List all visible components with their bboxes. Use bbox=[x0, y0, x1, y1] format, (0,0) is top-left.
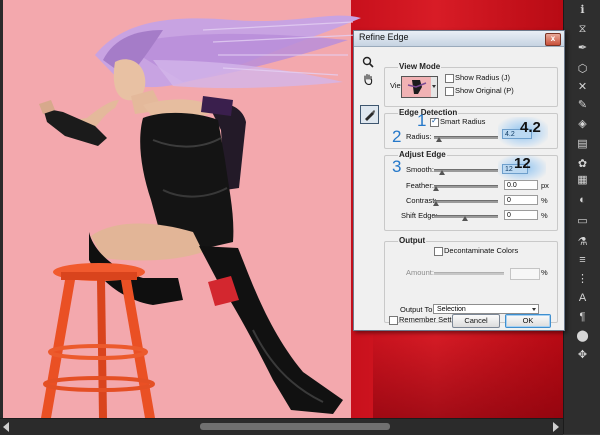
amount-slider bbox=[434, 272, 504, 275]
smooth-label: Smooth: bbox=[406, 165, 434, 174]
feather-label: Feather: bbox=[406, 181, 434, 190]
decontaminate-label: Decontaminate Colors bbox=[444, 246, 519, 255]
horizontal-scrollbar[interactable] bbox=[0, 418, 563, 435]
refine-radius-brush-icon[interactable] bbox=[360, 105, 379, 124]
shift-edge-input[interactable]: 0 bbox=[504, 210, 538, 220]
channels-icon[interactable]: ▤ bbox=[574, 137, 591, 152]
contrast-slider-thumb[interactable] bbox=[433, 201, 439, 206]
amount-label: Amount: bbox=[406, 268, 434, 277]
scroll-left-arrow-icon[interactable] bbox=[3, 422, 9, 432]
output-title: Output bbox=[398, 236, 427, 245]
show-radius-label: Show Radius (J) bbox=[455, 73, 511, 82]
info-icon[interactable]: ℹ bbox=[574, 3, 591, 18]
show-radius-checkbox[interactable] bbox=[445, 74, 454, 83]
feather-slider-thumb[interactable] bbox=[433, 186, 439, 191]
radius-callout-value: 4.2 bbox=[520, 119, 541, 136]
feather-unit: px bbox=[541, 181, 549, 190]
color-icon[interactable]: ✿ bbox=[574, 157, 591, 172]
output-to-label: Output To: bbox=[400, 305, 435, 314]
ok-button[interactable]: OK bbox=[505, 314, 551, 328]
remember-settings-checkbox[interactable] bbox=[389, 316, 398, 325]
amount-input bbox=[510, 268, 540, 280]
character-icon[interactable]: A bbox=[574, 291, 591, 306]
smart-radius-label: Smart Radius bbox=[440, 117, 486, 126]
edge-detection-title: Edge Detection bbox=[398, 108, 459, 117]
radius-slider-thumb[interactable] bbox=[436, 137, 443, 142]
feather-input[interactable]: 0.0 bbox=[504, 180, 538, 190]
scroll-thumb[interactable] bbox=[200, 423, 390, 430]
paths-icon[interactable]: ⚗ bbox=[574, 235, 591, 250]
brush-preset-icon[interactable]: ⋮ bbox=[574, 272, 591, 287]
timeline-icon[interactable]: ≡ bbox=[574, 253, 591, 268]
contrast-unit: % bbox=[541, 196, 548, 205]
show-original-label: Show Original (P) bbox=[455, 86, 514, 95]
output-to-value: Selection bbox=[437, 306, 466, 313]
shift-edge-slider-thumb[interactable] bbox=[462, 216, 468, 221]
step-2-callout: 2 bbox=[392, 127, 402, 146]
step-3-callout: 3 bbox=[392, 157, 402, 176]
radius-label: Radius: bbox=[406, 132, 432, 141]
contrast-input[interactable]: 0 bbox=[504, 195, 538, 205]
step-1-callout: 1 bbox=[417, 111, 427, 130]
pen-icon[interactable]: ✒ bbox=[574, 41, 591, 56]
adjust-icon[interactable]: ◐ bbox=[574, 193, 591, 208]
smooth-slider-thumb[interactable] bbox=[438, 170, 445, 175]
decontaminate-checkbox[interactable] bbox=[434, 247, 443, 256]
transform-icon[interactable]: ✕ bbox=[574, 80, 591, 95]
feather-slider[interactable] bbox=[434, 185, 498, 188]
paragraph-icon[interactable]: ¶ bbox=[574, 310, 591, 325]
contrast-slider[interactable] bbox=[434, 200, 498, 203]
contrast-label: Contrast: bbox=[406, 196, 437, 205]
scroll-right-arrow-icon[interactable] bbox=[553, 422, 559, 432]
history-icon[interactable]: ⧖ bbox=[574, 22, 591, 37]
close-icon[interactable]: x bbox=[545, 33, 561, 46]
dialog-title: Refine Edge bbox=[359, 32, 409, 42]
layers-icon[interactable]: ◈ bbox=[574, 117, 591, 132]
masks-icon[interactable]: ▭ bbox=[574, 214, 591, 229]
right-boot bbox=[199, 246, 343, 414]
output-to-select[interactable]: Selection bbox=[433, 304, 539, 314]
tool-presets-icon[interactable]: ✥ bbox=[574, 348, 591, 363]
shift-edge-unit: % bbox=[541, 211, 548, 220]
clone-icon[interactable]: ⬤ bbox=[574, 329, 591, 344]
view-mode-thumbnail[interactable] bbox=[401, 76, 433, 98]
swatches-icon[interactable]: ▦ bbox=[574, 173, 591, 188]
dialog-body: View Mode View: Show Radius (J) Show Ori… bbox=[354, 47, 564, 330]
tool-panel: ℹ ⧖ ✒ ⬡ ✕ ✎ ◈ ▤ ✿ ▦ ◐ ▭ ⚗ ≡ ⋮ A ¶ ⬤ ✥ bbox=[563, 0, 600, 434]
adjust-edge-title: Adjust Edge bbox=[398, 150, 447, 159]
amount-unit: % bbox=[541, 268, 548, 277]
three-d-icon[interactable]: ⬡ bbox=[574, 62, 591, 77]
smooth-callout-value: 12 bbox=[514, 155, 531, 172]
chevron-down-icon[interactable] bbox=[431, 76, 438, 98]
brush-icon[interactable]: ✎ bbox=[574, 98, 591, 113]
radius-slider[interactable] bbox=[434, 136, 498, 139]
zoom-icon[interactable] bbox=[361, 55, 375, 69]
cancel-button[interactable]: Cancel bbox=[452, 314, 500, 328]
show-original-checkbox[interactable] bbox=[445, 87, 454, 96]
refine-edge-dialog: Refine Edge x View Mode View: Show Radiu… bbox=[353, 30, 565, 331]
chevron-down-icon bbox=[532, 308, 536, 311]
smart-radius-checkbox[interactable] bbox=[430, 116, 439, 127]
view-mode-title: View Mode bbox=[398, 62, 442, 71]
hand-icon[interactable] bbox=[361, 72, 375, 86]
shift-edge-label: Shift Edge: bbox=[401, 211, 438, 220]
dialog-titlebar[interactable]: Refine Edge x bbox=[354, 31, 564, 47]
